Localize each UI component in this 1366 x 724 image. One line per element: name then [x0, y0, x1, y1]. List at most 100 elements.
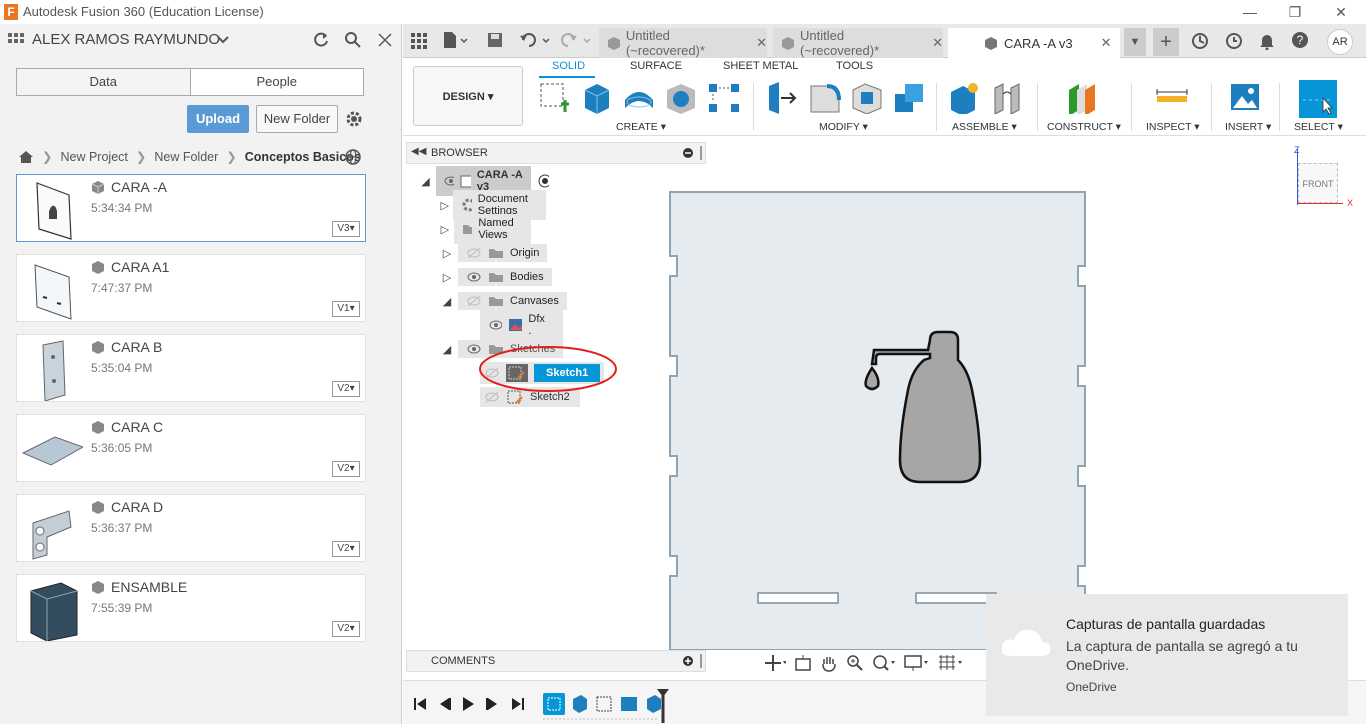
doc-tab-cara-a[interactable]: CARA -A v3 ✕ — [948, 28, 1120, 58]
canvas-viewport[interactable] — [668, 190, 1087, 650]
tabs-overflow-button[interactable]: ▼ — [1124, 28, 1146, 56]
revolve-icon[interactable] — [621, 80, 655, 114]
toast-notification[interactable]: Capturas de pantalla guardadas La captur… — [986, 594, 1348, 716]
modify-menu[interactable]: MODIFY ▾ — [819, 121, 868, 133]
eye-icon[interactable] — [444, 175, 455, 187]
version-dropdown[interactable]: V2▾ — [332, 461, 360, 477]
file-menu-icon[interactable] — [443, 31, 469, 49]
add-comment-icon[interactable] — [683, 656, 693, 666]
step-back-icon[interactable] — [438, 697, 452, 711]
tab-solid[interactable]: SOLID — [552, 60, 585, 72]
go-to-end-icon[interactable] — [511, 697, 525, 711]
construct-menu[interactable]: CONSTRUCT ▾ — [1047, 121, 1121, 133]
eye-hidden-icon[interactable] — [466, 295, 482, 307]
chevron-down-icon[interactable] — [217, 35, 229, 45]
select-icon[interactable] — [1299, 80, 1337, 118]
display-settings-icon[interactable] — [904, 654, 930, 672]
tab-tools[interactable]: TOOLS — [836, 60, 873, 72]
file-card-cara-d[interactable]: CARA D 5:36:37 PM V2▾ — [16, 494, 366, 562]
search-icon[interactable] — [344, 31, 362, 49]
file-card-ensamble[interactable]: ENSAMBLE 7:55:39 PM V2▾ — [16, 574, 366, 642]
timeline-features[interactable] — [543, 689, 671, 723]
view-cube[interactable]: FRONT Z X — [1292, 145, 1354, 209]
tree-node-origin[interactable]: ▷ Origin — [440, 243, 548, 263]
eye-icon[interactable] — [466, 271, 482, 283]
shell-icon[interactable] — [849, 80, 883, 114]
expand-icon[interactable]: ▷ — [440, 271, 454, 284]
breadcrumb-new-project[interactable]: New Project — [60, 150, 127, 164]
collapse-icon[interactable]: ◢ — [440, 343, 454, 356]
file-card-cara-b[interactable]: CARA B 5:35:04 PM V2▾ — [16, 334, 366, 402]
extrude-icon[interactable] — [579, 80, 613, 114]
insert-image-icon[interactable] — [1228, 80, 1262, 114]
fit-icon[interactable] — [872, 654, 896, 672]
orbit-icon[interactable] — [764, 654, 786, 672]
tab-data[interactable]: Data — [17, 69, 190, 95]
data-panel-grid-icon[interactable] — [411, 33, 427, 49]
breadcrumb-new-folder[interactable]: New Folder — [154, 150, 218, 164]
tree-node-document-settings[interactable]: ▷ Document Settings — [440, 190, 547, 220]
new-tab-button[interactable]: + — [1153, 28, 1179, 56]
save-icon[interactable] — [487, 32, 503, 48]
doc-tab-untitled-2[interactable]: Untitled (~recovered)* ✕ — [773, 28, 943, 58]
gear-icon[interactable] — [345, 110, 363, 128]
file-card-cara-a[interactable]: CARA -A 5:34:34 PM V3▾ — [16, 174, 366, 242]
measure-icon[interactable] — [1155, 80, 1189, 114]
tree-node-dfx[interactable]: Dfx . — [480, 310, 563, 340]
create-sketch-icon[interactable] — [537, 80, 571, 114]
panel-handle[interactable] — [700, 146, 702, 160]
go-to-start-icon[interactable] — [413, 697, 427, 711]
combine-icon[interactable] — [891, 80, 925, 114]
select-menu[interactable]: SELECT ▾ — [1294, 121, 1343, 133]
tree-node-bodies[interactable]: ▷ Bodies — [440, 267, 552, 287]
close-tab-icon[interactable]: ✕ — [1101, 35, 1112, 51]
close-tab-icon[interactable]: ✕ — [756, 35, 767, 51]
upload-button[interactable]: Upload — [187, 105, 249, 133]
press-pull-icon[interactable] — [765, 80, 799, 114]
hole-icon[interactable] — [663, 80, 697, 114]
notifications-icon[interactable] — [1259, 32, 1275, 50]
version-dropdown[interactable]: V3▾ — [332, 221, 360, 237]
tree-node-named-views[interactable]: ▷ Named Views — [440, 214, 532, 244]
refresh-icon[interactable] — [312, 31, 330, 49]
expand-icon[interactable]: ▷ — [440, 223, 450, 236]
inspect-menu[interactable]: INSPECT ▾ — [1146, 121, 1200, 133]
panel-handle[interactable] — [700, 654, 702, 668]
version-dropdown[interactable]: V2▾ — [332, 541, 360, 557]
close-tab-icon[interactable]: ✕ — [932, 35, 943, 51]
close-window-button[interactable]: ✕ — [1331, 2, 1351, 22]
version-dropdown[interactable]: V2▾ — [332, 621, 360, 637]
minus-icon[interactable] — [683, 148, 693, 158]
activate-radio-icon[interactable] — [537, 173, 550, 189]
collapse-icon[interactable]: ◢ — [420, 175, 431, 188]
look-at-icon[interactable] — [794, 654, 812, 672]
expand-icon[interactable]: ▷ — [440, 247, 454, 260]
tree-node-canvases[interactable]: ◢ Canvases — [440, 291, 567, 311]
job-status-icon[interactable] — [1225, 32, 1243, 50]
joint-icon[interactable] — [989, 80, 1023, 114]
grid-settings-icon[interactable] — [938, 654, 964, 672]
eye-icon[interactable] — [488, 319, 503, 331]
tab-surface[interactable]: SURFACE — [630, 60, 682, 72]
insert-menu[interactable]: INSERT ▾ — [1225, 121, 1271, 133]
tree-root[interactable]: ◢ CARA -A v3 — [420, 166, 550, 196]
play-icon[interactable] — [461, 696, 475, 712]
pan-hand-icon[interactable] — [820, 654, 838, 672]
fillet-icon[interactable] — [807, 80, 841, 114]
new-component-icon[interactable] — [947, 80, 981, 114]
user-name[interactable]: ALEX RAMOS RAYMUNDO — [32, 31, 220, 48]
tab-people[interactable]: People — [189, 69, 364, 95]
apps-grid-icon[interactable] — [8, 33, 26, 47]
home-icon[interactable] — [18, 150, 34, 164]
minimize-button[interactable]: — — [1240, 2, 1260, 22]
create-menu[interactable]: CREATE ▾ — [616, 121, 666, 133]
tab-sheet-metal[interactable]: SHEET METAL — [723, 60, 798, 72]
version-dropdown[interactable]: V2▾ — [332, 381, 360, 397]
zoom-icon[interactable] — [846, 654, 864, 672]
redo-icon[interactable] — [560, 31, 594, 49]
undo-icon[interactable] — [519, 31, 553, 49]
globe-icon[interactable] — [344, 148, 362, 166]
doc-tab-untitled-1[interactable]: Untitled (~recovered)* ✕ — [599, 28, 767, 58]
collapse-icon[interactable]: ◢ — [440, 295, 454, 308]
extensions-icon[interactable] — [1191, 32, 1209, 50]
